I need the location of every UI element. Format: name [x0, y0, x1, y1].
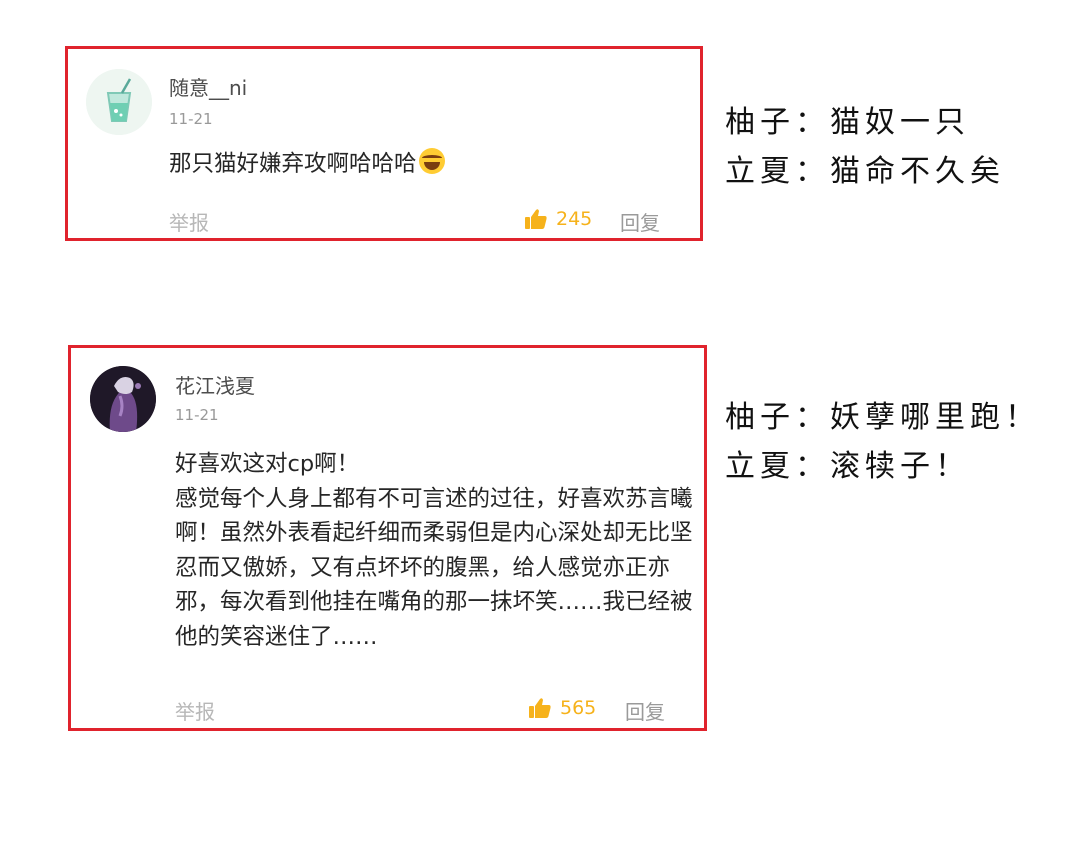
comment-body: 那只猫好嫌弃攻啊哈哈哈	[169, 151, 417, 177]
report-button[interactable]: 举报	[169, 207, 209, 236]
user-avatar[interactable]	[86, 69, 152, 135]
annotation-line: 立夏：猫命不久矣	[725, 154, 1005, 189]
like-count: 245	[556, 208, 593, 230]
like-button[interactable]: 245	[524, 208, 592, 230]
annotation-line: 柚子：猫奴一只	[725, 105, 970, 140]
comment-text: 那只猫好嫌弃攻啊哈哈哈	[169, 148, 445, 182]
drink-cup-avatar-icon	[86, 69, 152, 135]
comment-card-1: 随意__ni 11-21 那只猫好嫌弃攻啊哈哈哈 举报 245 回复	[65, 46, 703, 241]
like-button[interactable]: 565	[528, 697, 596, 719]
comment-date: 11-21	[175, 406, 219, 424]
username[interactable]: 随意__ni	[169, 72, 247, 101]
reply-button[interactable]: 回复	[620, 207, 660, 236]
user-avatar[interactable]	[90, 366, 156, 432]
comment-card-2: 花江浅夏 11-21 好喜欢这对cp啊！ 感觉每个人身上都有不可言述的过往，好喜…	[68, 345, 707, 731]
thumbs-up-icon	[525, 209, 547, 229]
annotation-line: 柚子：妖孽哪里跑！	[725, 400, 1040, 435]
report-button[interactable]: 举报	[175, 696, 215, 725]
comment-text: 好喜欢这对cp啊！ 感觉每个人身上都有不可言述的过往，好喜欢苏言曦啊！虽然外表看…	[175, 451, 693, 650]
comment-date: 11-21	[169, 110, 213, 128]
anime-character-avatar-icon	[90, 366, 156, 432]
thumbs-up-icon	[529, 698, 551, 718]
annotation-line: 立夏：滚犊子！	[725, 449, 970, 484]
laughing-tears-emoji-icon	[418, 148, 445, 174]
username[interactable]: 花江浅夏	[175, 370, 255, 399]
reply-button[interactable]: 回复	[625, 696, 665, 725]
comment-footer: 举报 565 回复	[71, 696, 704, 726]
comment-footer: 举报 245 回复	[68, 207, 700, 237]
like-count: 565	[560, 697, 597, 719]
